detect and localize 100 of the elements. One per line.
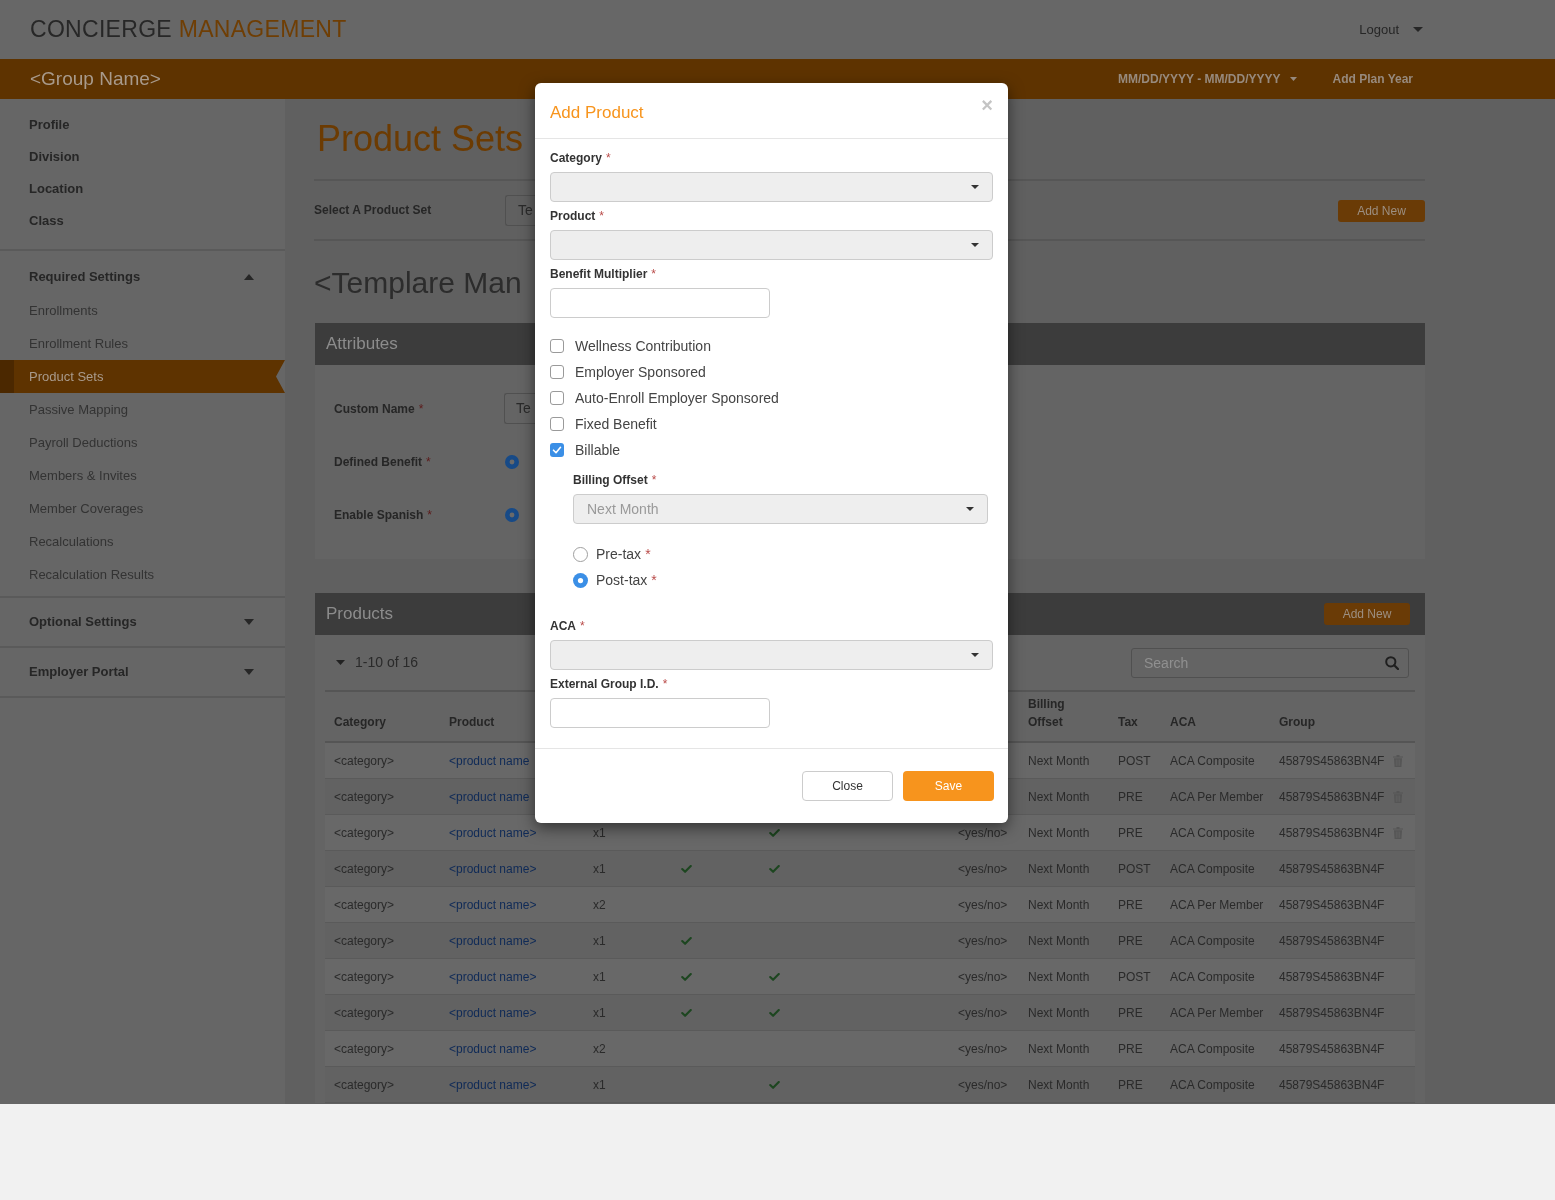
- page-range-toggle[interactable]: 1-10 of 16: [336, 652, 419, 673]
- table-cell-text: <category>: [333, 1004, 396, 1022]
- radio-button[interactable]: [573, 572, 588, 588]
- required-mark: *: [651, 570, 657, 590]
- product-link[interactable]: <product name>: [449, 1039, 537, 1058]
- product-link[interactable]: <product name>: [449, 967, 537, 986]
- table-cell-text: ACA Composite: [1169, 752, 1256, 770]
- search-icon[interactable]: [1385, 655, 1399, 670]
- add-new-button[interactable]: Add New: [1324, 603, 1410, 625]
- sidebar-section-header[interactable]: Employer Portal: [0, 648, 285, 696]
- table-cell-text: <category>: [333, 824, 396, 842]
- close-dialog-button[interactable]: Close: [802, 771, 893, 801]
- field-label: Select A Product Set: [314, 202, 433, 219]
- table-cell-text: ACA Per Member: [1169, 896, 1265, 914]
- product-link[interactable]: <product name>: [449, 931, 537, 950]
- column-header: Category: [334, 714, 387, 731]
- table-cell-text: PRE: [1117, 1040, 1144, 1058]
- panel-title: Attributes: [326, 333, 398, 356]
- required-mark: *: [426, 453, 431, 471]
- caret-icon: [1289, 77, 1297, 81]
- table-cell-text: 45879S45863BN4F: [1278, 896, 1386, 914]
- logout-menu-button[interactable]: Logout: [1359, 19, 1423, 40]
- product-link[interactable]: <product name>: [449, 1003, 537, 1022]
- required-mark: *: [662, 676, 668, 693]
- radio-button[interactable]: [505, 507, 519, 522]
- save-button[interactable]: Save: [903, 771, 994, 801]
- sidebar-section-header[interactable]: Required Settings: [0, 251, 285, 294]
- table-cell-text: PRE: [1117, 788, 1144, 806]
- select-field[interactable]: [550, 640, 993, 670]
- radio-button[interactable]: [573, 546, 588, 562]
- table-cell-text: <yes/no>: [957, 1004, 1009, 1022]
- table-cell-text: <yes/no>: [957, 824, 1009, 842]
- add-new-button[interactable]: Add New: [1338, 200, 1425, 222]
- input-field[interactable]: [550, 288, 770, 318]
- panel-title: Products: [326, 603, 394, 626]
- sidebar-item[interactable]: Location: [0, 173, 285, 205]
- table-cell-text: ACA Composite: [1169, 968, 1256, 986]
- table-cell-text: Next Month: [1027, 824, 1091, 842]
- checkbox[interactable]: [550, 365, 564, 379]
- table-cell-text: ACA Per Member: [1169, 1004, 1265, 1022]
- checkbox[interactable]: [550, 391, 564, 405]
- select-field[interactable]: [550, 230, 993, 260]
- table-cell-text: x1: [592, 860, 607, 878]
- product-link[interactable]: <product name>: [449, 859, 537, 878]
- required-mark: *: [418, 400, 424, 418]
- radio-button[interactable]: [505, 454, 519, 469]
- select-field[interactable]: Next Month: [573, 494, 988, 524]
- table-cell-text: ACA Composite: [1169, 824, 1256, 842]
- sidebar-item[interactable]: Product Sets: [0, 360, 285, 393]
- required-mark: *: [427, 506, 433, 524]
- table-cell-text: <category>: [333, 968, 396, 986]
- product-link[interactable]: <product name>: [449, 1075, 537, 1094]
- select-field[interactable]: [550, 172, 993, 202]
- caret-icon: [971, 653, 979, 657]
- required-mark: *: [645, 544, 651, 564]
- checkbox[interactable]: [550, 417, 564, 431]
- table-cell-text: POST: [1117, 752, 1152, 770]
- checkbox-label: Billable: [575, 440, 621, 460]
- field-label: Enable Spanish: [334, 506, 424, 524]
- product-link[interactable]: <product name: [449, 787, 530, 806]
- table-cell-text: x2: [592, 896, 607, 914]
- table-cell-text: ACA Composite: [1169, 1040, 1256, 1058]
- add-plan-year-link[interactable]: Add Plan Year: [1332, 70, 1413, 88]
- table-cell-text: PRE: [1117, 1004, 1144, 1022]
- column-header: Product: [449, 714, 496, 731]
- table-cell-text: POST: [1117, 860, 1152, 878]
- input-field[interactable]: [550, 698, 770, 728]
- table-cell-text: 45879S45863BN4F: [1278, 1004, 1386, 1022]
- product-link[interactable]: <product name>: [449, 895, 537, 914]
- table-cell-text: PRE: [1117, 824, 1144, 842]
- required-mark: *: [580, 618, 585, 635]
- table-cell-text: Next Month: [1027, 1040, 1091, 1058]
- table-cell-text: <category>: [333, 1076, 396, 1094]
- close-button[interactable]: ×: [981, 95, 993, 115]
- table-cell-text: <yes/no>: [957, 860, 1009, 878]
- table-cell-text: x1: [592, 1076, 607, 1094]
- product-link[interactable]: <product name>: [449, 823, 537, 842]
- table-cell-text: x1: [592, 824, 607, 842]
- plan-year-dropdown[interactable]: MM/DD/YYYY - MM/DD/YYYY: [1118, 70, 1297, 88]
- table-cell-text: x1: [592, 968, 607, 986]
- table-cell-text: Next Month: [1027, 968, 1091, 986]
- table-cell-text: 45879S45863BN4F: [1278, 1076, 1386, 1094]
- group-name: <Group Name>: [30, 66, 161, 91]
- sidebar-item[interactable]: Class: [0, 205, 285, 237]
- table-cell-text: x2: [592, 1040, 607, 1058]
- table-cell-text: Next Month: [1027, 860, 1091, 878]
- table-cell-text: Next Month: [1027, 788, 1091, 806]
- table-cell-text: ACA Per Member: [1169, 788, 1265, 806]
- product-link[interactable]: <product name: [449, 751, 530, 770]
- checkbox[interactable]: [550, 443, 564, 457]
- required-mark: *: [651, 266, 656, 283]
- sidebar-item[interactable]: Profile: [0, 109, 285, 141]
- modal-title: Add Product: [550, 102, 644, 124]
- field-label: Product: [550, 208, 596, 225]
- checkbox[interactable]: [550, 339, 564, 353]
- column-header: Billing Offset: [1028, 696, 1066, 731]
- sidebar-item[interactable]: Division: [0, 141, 285, 173]
- radio-label: Post-tax: [596, 570, 648, 590]
- sidebar-section-header[interactable]: Optional Settings: [0, 598, 285, 646]
- table-cell-text: <yes/no>: [957, 968, 1009, 986]
